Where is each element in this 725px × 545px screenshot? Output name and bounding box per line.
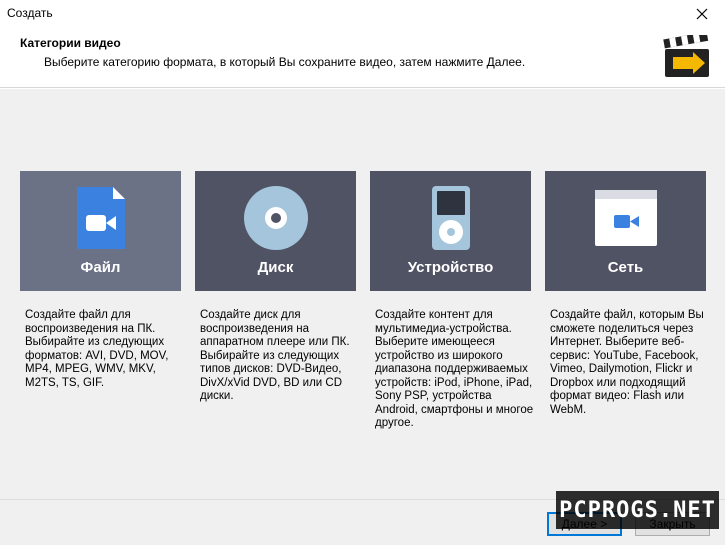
disc-icon <box>243 186 308 250</box>
category-label-web: Сеть <box>607 259 644 276</box>
category-description-disc: Создайте диск для воспроизведения на апп… <box>200 309 350 402</box>
file-video-icon <box>76 187 125 249</box>
web-video-icon <box>594 190 657 246</box>
category-card-disc[interactable]: Диск <box>195 171 356 291</box>
close-icon <box>696 8 708 20</box>
category-card-file[interactable]: Файл <box>20 171 181 291</box>
close-window-button[interactable] <box>679 0 725 28</box>
category-label-disc: Диск <box>257 259 294 276</box>
category-description-file: Создайте файл для воспроизведения на ПК.… <box>25 309 169 389</box>
category-panel: Файл Диск Устройство Сеть Создайте файл … <box>0 89 725 499</box>
category-description-web: Создайте файл, которым Вы сможете подели… <box>550 309 704 416</box>
category-card-web[interactable]: Сеть <box>545 171 706 291</box>
title-bar: Создать <box>0 0 725 28</box>
media-player-icon <box>431 186 470 250</box>
category-label-device: Устройство <box>407 259 494 276</box>
category-description-device: Создайте контент для мультимедиа-устройс… <box>375 309 534 429</box>
wizard-header: Категории видео Выберите категорию форма… <box>0 28 725 88</box>
window-title: Создать <box>7 6 53 20</box>
category-label-file: Файл <box>80 259 121 276</box>
clapperboard-icon <box>663 35 709 77</box>
header-subtitle: Выберите категорию формата, в который Вы… <box>44 55 526 69</box>
category-card-device[interactable]: Устройство <box>370 171 531 291</box>
header-title: Категории видео <box>20 36 121 50</box>
watermark: PCPROGS.NET <box>556 491 719 529</box>
